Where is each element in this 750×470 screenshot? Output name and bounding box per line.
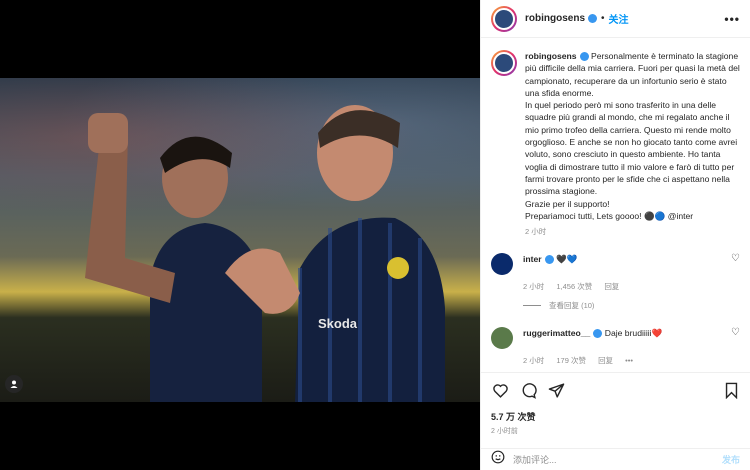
post-time: 2 小时前 <box>491 428 518 435</box>
instagram-post-modal: Skoda robingosens • 关注 ••• robingosens P… <box>0 0 750 470</box>
follow-button[interactable]: 关注 <box>609 11 629 26</box>
caption-avatar[interactable] <box>491 50 517 76</box>
comment-avatar[interactable] <box>491 253 513 276</box>
svg-text:Skoda: Skoda <box>318 316 358 331</box>
caption-text: robingosens Personalmente è terminato la… <box>525 50 740 222</box>
verified-icon <box>544 255 554 265</box>
author-username[interactable]: robingosens <box>525 13 585 24</box>
post-photo[interactable]: Skoda <box>0 78 480 402</box>
comment-text: Daje brudiiiii❤️ <box>604 328 663 339</box>
like-comment-icon[interactable]: ♡ <box>731 327 740 338</box>
comment-item: inter 🖤💙 ♡ <box>491 253 740 276</box>
like-comment-icon[interactable]: ♡ <box>731 253 740 264</box>
replies-line <box>523 305 541 307</box>
likes-count[interactable]: 5.7 万 次赞 <box>491 410 536 423</box>
comments-scroll-area[interactable]: robingosens Personalmente è terminato la… <box>481 38 750 370</box>
comment-username[interactable]: inter <box>523 254 542 264</box>
author-avatar[interactable] <box>491 5 517 32</box>
caption-line-2: In quel periodo però mi sono trasferito … <box>525 100 738 197</box>
comment-input[interactable]: 添加评论... <box>513 453 557 466</box>
more-options-icon[interactable]: ••• <box>724 12 740 26</box>
post-actions <box>481 372 750 408</box>
caption-line-3: Grazie per il supporto! <box>525 198 610 209</box>
comment-time: 2 小时 <box>523 282 545 292</box>
reply-button[interactable]: 回复 <box>604 282 619 291</box>
comment-icon[interactable] <box>519 382 537 400</box>
caption-line-4: Prepariamoci tutti, Lets goooo! ⚫🔵 @inte… <box>525 210 694 221</box>
media-panel: Skoda <box>0 0 480 470</box>
caption-time: 2 小时 <box>525 227 547 237</box>
comment-text: 🖤💙 <box>556 254 578 265</box>
user-tag-icon[interactable] <box>5 375 23 393</box>
comment-more-icon[interactable]: ••• <box>625 356 633 365</box>
post-details-panel: robingosens • 关注 ••• robingosens Persona… <box>480 0 750 470</box>
comment-username[interactable]: ruggerimatteo__ <box>523 328 590 338</box>
comment-avatar[interactable] <box>491 327 513 350</box>
comment-item: ruggerimatteo__ Daje brudiiiii❤️ ♡ <box>491 327 740 350</box>
separator-dot: • <box>601 13 605 24</box>
share-icon[interactable] <box>547 382 565 400</box>
comment-body: ruggerimatteo__ Daje brudiiiii❤️ <box>523 327 725 339</box>
add-comment-bar: 添加评论... 发布 <box>481 448 750 470</box>
comment-body: inter 🖤💙 <box>523 253 725 265</box>
caption: robingosens Personalmente è terminato la… <box>491 50 740 222</box>
caption-username[interactable]: robingosens <box>525 51 577 61</box>
verified-icon <box>588 14 598 23</box>
comment-time: 2 小时 <box>523 356 545 366</box>
comment-meta: 2 小时 1,456 次赞 回复 <box>523 281 740 292</box>
emoji-icon[interactable] <box>491 450 505 469</box>
save-bookmark-icon[interactable] <box>722 382 740 400</box>
post-header: robingosens • 关注 ••• <box>481 0 750 38</box>
post-comment-button[interactable]: 发布 <box>722 453 740 466</box>
comment-meta: 2 小时 179 次赞 回复 ••• <box>523 355 740 366</box>
view-replies-label: 查看回复 (10) <box>549 301 595 311</box>
verified-icon <box>579 52 589 62</box>
like-icon[interactable] <box>491 382 509 400</box>
comment-likes[interactable]: 1,456 次赞 <box>556 282 592 291</box>
reply-button[interactable]: 回复 <box>598 356 613 365</box>
view-replies-button[interactable]: 查看回复 (10) <box>523 300 740 311</box>
comment-likes[interactable]: 179 次赞 <box>556 356 586 365</box>
verified-icon <box>593 329 603 339</box>
players-illustration: Skoda <box>85 105 445 402</box>
